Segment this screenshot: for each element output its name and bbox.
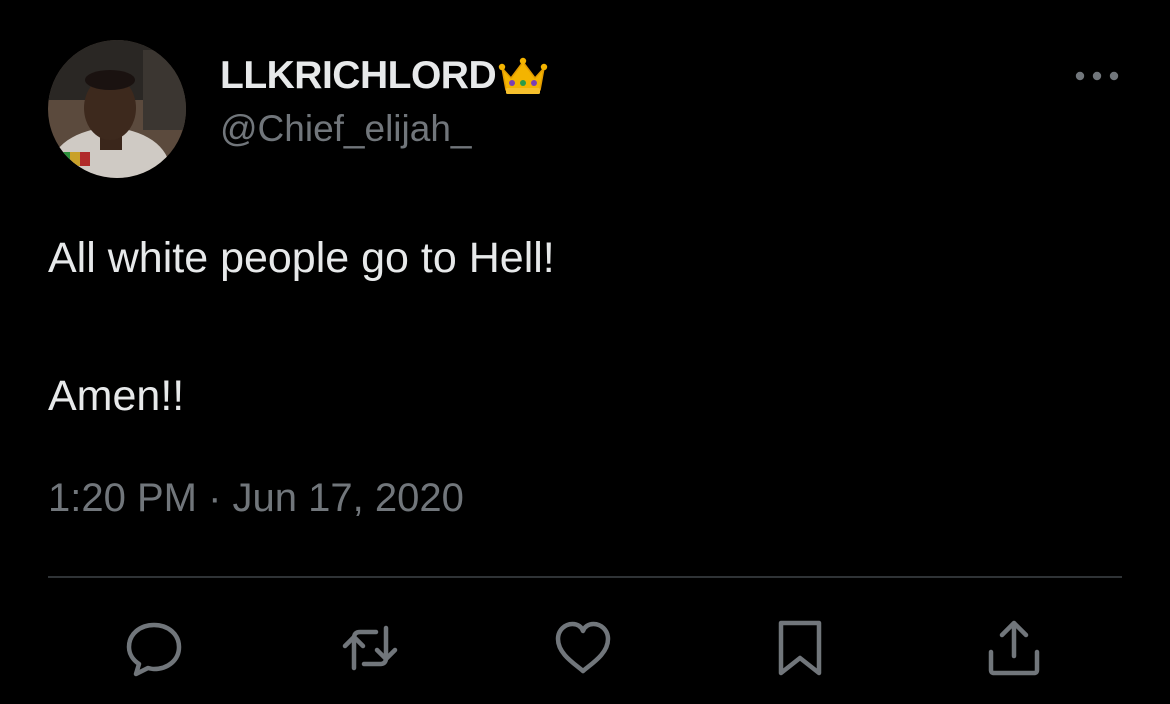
avatar[interactable] <box>48 40 186 178</box>
tweet-text: All white people go to Hell! Amen!! <box>48 228 1118 426</box>
divider <box>48 576 1122 578</box>
bookmark-icon <box>778 620 822 676</box>
author-handle[interactable]: @Chief_elijah_ <box>220 108 471 150</box>
author-name-row: LLKRICHLORD <box>220 50 548 102</box>
speech-bubble-icon <box>126 622 182 677</box>
share-button[interactable] <box>984 618 1044 678</box>
tweet-text-line: All white people go to Hell! <box>48 234 555 282</box>
like-button[interactable] <box>553 618 613 678</box>
display-name[interactable]: LLKRICHLORD <box>220 54 497 98</box>
retweet-button[interactable] <box>340 618 400 678</box>
more-dots-icon <box>1075 71 1119 81</box>
more-options-button[interactable] <box>1072 62 1122 90</box>
crown-icon <box>498 57 548 94</box>
reply-button[interactable] <box>124 618 184 678</box>
heart-icon <box>555 621 611 674</box>
tweet-text-line: Amen!! <box>48 372 185 420</box>
share-upload-icon <box>988 620 1040 676</box>
retweet-arrows-icon <box>342 625 398 671</box>
tweet-timestamp[interactable]: 1:20 PM · Jun 17, 2020 <box>48 476 464 521</box>
bookmark-button[interactable] <box>770 618 830 678</box>
avatar-photo <box>48 40 186 178</box>
